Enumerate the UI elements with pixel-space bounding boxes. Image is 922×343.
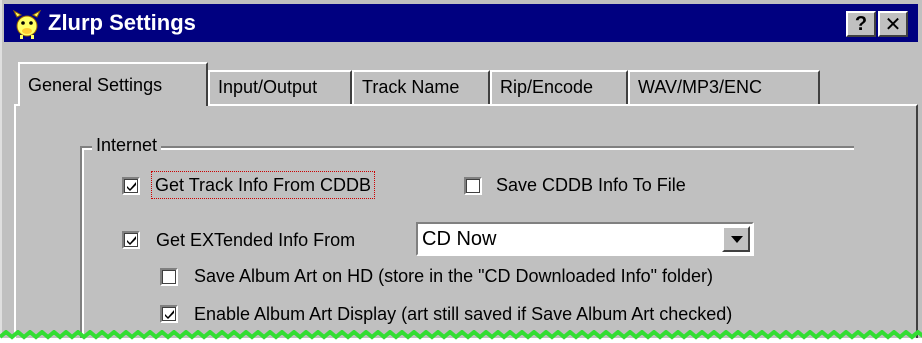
help-button[interactable]: ?	[846, 11, 876, 37]
extended-source-value: CD Now	[422, 228, 497, 250]
title-bar[interactable]: Zlurp Settings ? ✕	[4, 4, 918, 42]
cow-icon[interactable]	[12, 9, 42, 39]
enable-album-art-display-label[interactable]: Enable Album Art Display (art still save…	[194, 302, 732, 326]
tab-general-settings[interactable]: General Settings	[18, 62, 208, 106]
check-icon	[165, 310, 174, 319]
enable-album-art-display-checkbox[interactable]	[160, 305, 178, 323]
tab-wav-mp3-enc[interactable]: WAV/MP3/ENC	[628, 70, 820, 104]
torn-edge-border	[0, 330, 922, 340]
window-frame	[0, 0, 8, 338]
check-icon	[127, 236, 136, 245]
window-title: Zlurp Settings	[48, 10, 196, 35]
save-cddb-info-label[interactable]: Save CDDB Info To File	[496, 173, 686, 197]
internet-group-label: Internet	[92, 133, 162, 157]
check-icon	[127, 182, 136, 191]
get-track-info-label[interactable]: Get Track Info From CDDB	[150, 171, 376, 199]
settings-window: Zlurp Settings ? ✕ General Settings Inpu…	[0, 0, 922, 338]
get-extended-info-label[interactable]: Get EXTended Info From	[156, 228, 355, 252]
save-cddb-info-checkbox[interactable]	[464, 177, 482, 195]
close-button[interactable]: ✕	[878, 11, 908, 37]
tab-strip: General Settings Input/Output Track Name…	[18, 60, 918, 110]
chevron-down-icon	[731, 236, 743, 243]
tab-track-name[interactable]: Track Name	[352, 70, 490, 104]
dropdown-button[interactable]	[722, 226, 750, 252]
torn-edge-line	[0, 330, 922, 340]
tab-input-output[interactable]: Input/Output	[208, 70, 352, 104]
extended-source-dropdown[interactable]: CD Now	[416, 222, 754, 256]
tab-rip-encode[interactable]: Rip/Encode	[490, 70, 628, 104]
save-album-art-label[interactable]: Save Album Art on HD (store in the "CD D…	[194, 264, 713, 288]
get-track-info-checkbox[interactable]	[122, 177, 140, 195]
get-extended-info-checkbox[interactable]	[122, 231, 140, 249]
save-album-art-checkbox[interactable]	[160, 268, 178, 286]
